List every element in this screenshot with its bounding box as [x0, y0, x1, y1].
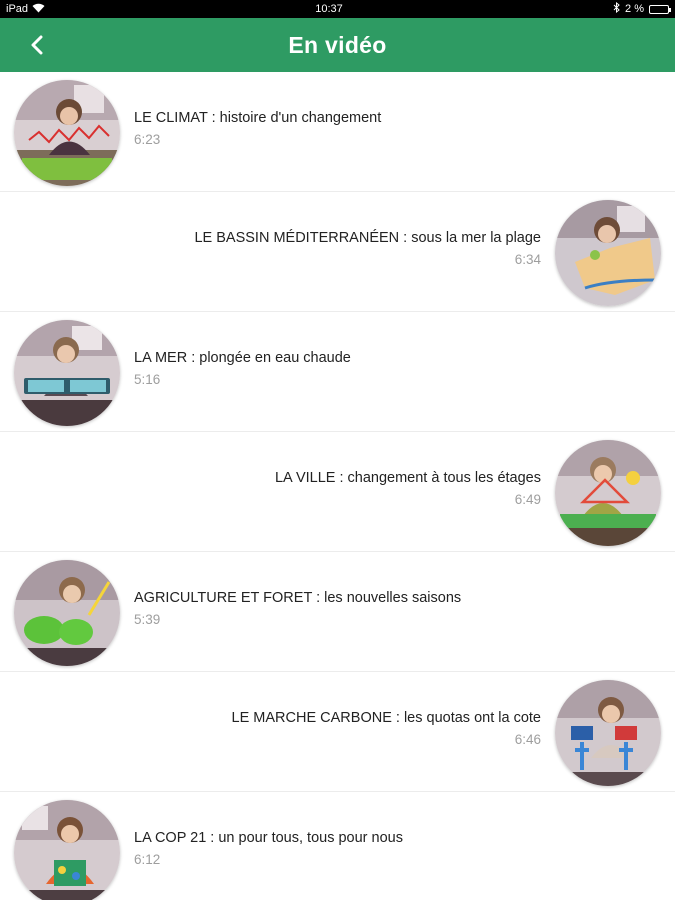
video-title: AGRICULTURE ET FORET : les nouvelles sai… — [134, 590, 462, 606]
app-bar: En vidéo — [0, 18, 675, 72]
chevron-left-icon — [31, 35, 43, 55]
battery-percent: 2 % — [625, 3, 644, 15]
video-thumbnail[interactable] — [555, 680, 661, 786]
status-bar: iPad 10:37 2 % — [0, 0, 675, 18]
video-item-bassin-mediterraneen[interactable]: LE BASSIN MÉDITERRANÉEN : sous la mer la… — [0, 192, 675, 312]
video-duration: 6:49 — [514, 492, 541, 507]
battery-icon — [649, 4, 671, 14]
video-info: LA COP 21 : un pour tous, tous pour nous… — [134, 830, 403, 867]
status-right: 2 % — [613, 1, 671, 16]
video-thumbnail[interactable] — [14, 560, 120, 666]
video-info: LA MER : plongée en eau chaude 5:16 — [134, 350, 351, 387]
video-title: LE MARCHE CARBONE : les quotas ont la co… — [231, 710, 541, 726]
video-info: LE MARCHE CARBONE : les quotas ont la co… — [232, 710, 541, 747]
video-title: LA COP 21 : un pour tous, tous pour nous — [134, 830, 403, 846]
video-title: LA MER : plongée en eau chaude — [134, 350, 351, 366]
status-left: iPad — [6, 3, 45, 16]
back-button[interactable] — [20, 28, 54, 62]
video-duration: 6:12 — [134, 852, 161, 867]
video-item-la-ville[interactable]: LA VILLE : changement à tous les étages … — [0, 432, 675, 552]
video-duration: 6:46 — [514, 732, 541, 747]
video-item-cop21[interactable]: LA COP 21 : un pour tous, tous pour nous… — [0, 792, 675, 900]
video-item-la-mer[interactable]: LA MER : plongée en eau chaude 5:16 — [0, 312, 675, 432]
video-item-agriculture-foret[interactable]: AGRICULTURE ET FORET : les nouvelles sai… — [0, 552, 675, 672]
video-duration: 6:34 — [514, 252, 541, 267]
device-name: iPad — [6, 3, 29, 15]
page-title: En vidéo — [288, 31, 387, 58]
video-item-climat[interactable]: LE CLIMAT : histoire d'un changement 6:2… — [0, 72, 675, 192]
video-title: LE CLIMAT : histoire d'un changement — [134, 110, 382, 126]
bluetooth-icon — [613, 1, 620, 16]
video-thumbnail[interactable] — [14, 800, 120, 900]
video-duration: 6:23 — [134, 132, 161, 147]
video-title: LA VILLE : changement à tous les étages — [274, 470, 541, 486]
video-item-marche-carbone[interactable]: LE MARCHE CARBONE : les quotas ont la co… — [0, 672, 675, 792]
video-thumbnail[interactable] — [555, 200, 661, 306]
wifi-icon — [32, 3, 45, 16]
status-time: 10:37 — [315, 3, 343, 15]
video-info: LE CLIMAT : histoire d'un changement 6:2… — [134, 110, 381, 147]
video-list: LE CLIMAT : histoire d'un changement 6:2… — [0, 72, 675, 900]
video-info: AGRICULTURE ET FORET : les nouvelles sai… — [134, 590, 461, 627]
video-thumbnail[interactable] — [555, 440, 661, 546]
video-info: LE BASSIN MÉDITERRANÉEN : sous la mer la… — [194, 230, 541, 267]
video-duration: 5:39 — [134, 612, 161, 627]
video-thumbnail[interactable] — [14, 320, 120, 426]
video-title: LE BASSIN MÉDITERRANÉEN : sous la mer la… — [194, 230, 541, 246]
video-info: LA VILLE : changement à tous les étages … — [275, 470, 541, 507]
video-duration: 5:16 — [134, 372, 161, 387]
video-thumbnail[interactable] — [14, 80, 120, 186]
